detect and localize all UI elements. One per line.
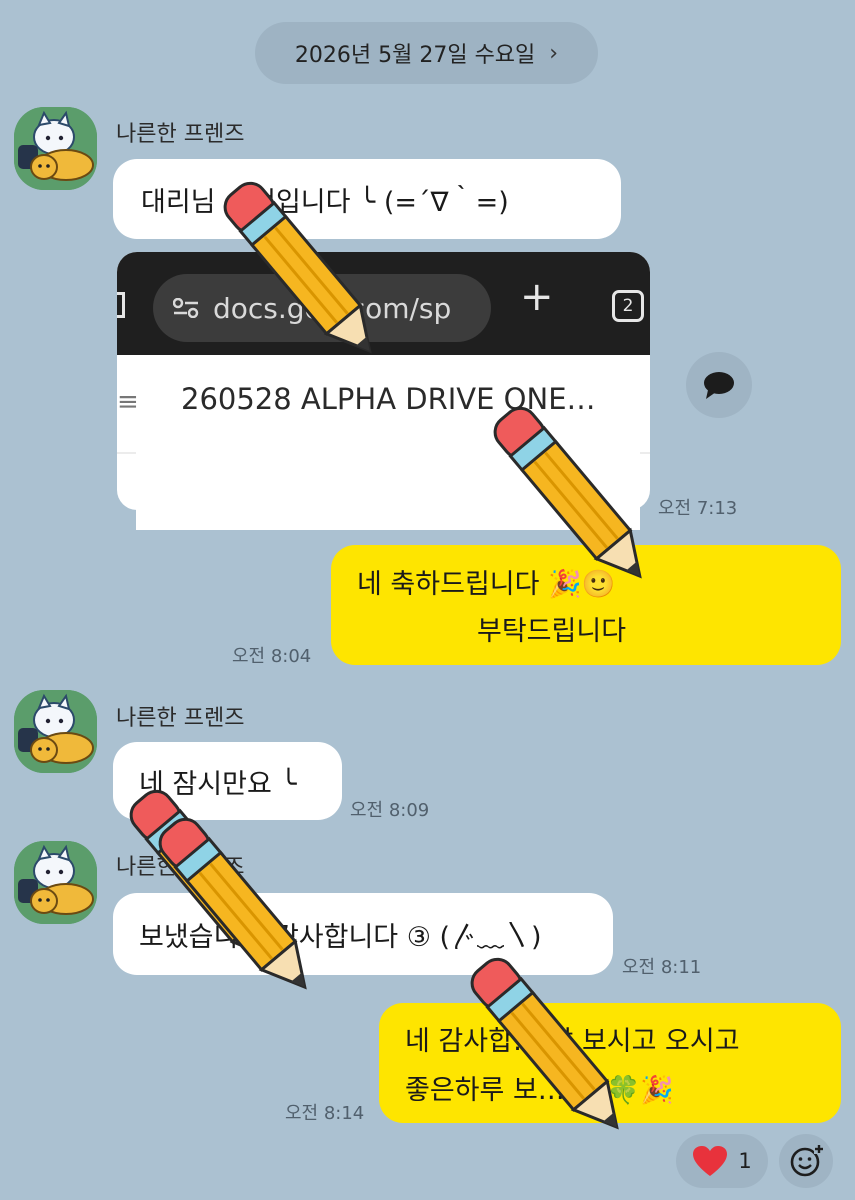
url-text: docs.go…com/sp [213,291,452,325]
avatar[interactable] [14,841,97,924]
menu-icon: ≡ [117,387,139,417]
sender-name: 나른한 프렌즈 [116,706,245,731]
message-time: 오전 7:13 [658,498,738,519]
date-label: 2026년 5월 27일 수요일 [294,43,536,68]
my-message-bubble[interactable]: 네 감사합… 잘 보시고 오시고 좋은하루 보… 요 🍀🎉 [379,1003,841,1123]
chevron-right-icon: › [549,40,559,66]
message-bubble[interactable]: 보냈습니… 감사합니다 ③ (〴﹏〵) [113,893,613,975]
date-header[interactable]: 2026년 5월 27일 수요일 › [255,22,598,84]
message-text: 대리님 …번입니다 ╰ (=´∇｀=) [141,186,509,218]
message-line-2: 좋은하루 보… 요 🍀🎉 [405,1075,675,1106]
message-line-1: 네 감사합… 잘 보시고 오시고 [405,1026,740,1057]
reaction-count: 1 [738,1149,752,1173]
my-message-bubble[interactable]: 네 축하드립니다 🎉🙂 부탁드립니다 [331,545,841,665]
message-time: 오전 8:09 [350,800,430,821]
tab-count-icon: 2 [612,290,644,322]
message-time: 오전 8:11 [622,957,702,978]
avatar[interactable] [14,107,97,190]
address-bar: docs.go…com/sp [153,274,491,342]
avatar[interactable] [14,690,97,773]
heart-icon [693,1146,728,1176]
speech-bubble-icon [704,372,734,399]
document-title: 260528 ALPHA DRIVE ONE… [181,382,596,416]
redaction-box [136,420,640,530]
reaction-chip[interactable]: 1 [676,1134,768,1188]
message-line-1: 네 축하드립니다 🎉🙂 [357,569,616,600]
share-button[interactable] [686,352,752,418]
home-icon [117,292,125,318]
message-bubble[interactable]: 네 잠시만요 ╰ [113,742,342,820]
new-tab-icon: + [520,274,554,320]
add-reaction-button[interactable] [779,1134,833,1188]
sender-name: 나른한 프렌즈 [116,855,245,880]
message-line-2: 부탁드립니다 [477,616,627,647]
sender-name: 나른한 프렌즈 [116,122,245,147]
site-settings-icon [173,298,199,318]
message-text: 네 잠시만요 ╰ [139,768,297,800]
message-time: 오전 8:04 [232,646,312,667]
add-emoji-icon [790,1144,824,1177]
message-time: 오전 8:14 [285,1103,365,1124]
message-bubble[interactable]: 대리님 …번입니다 ╰ (=´∇｀=) [113,159,621,239]
message-text: 보냈습니… 감사합니다 ③ (〴﹏〵) [139,921,542,953]
browser-toolbar: docs.go…com/sp + 2 [117,252,650,355]
